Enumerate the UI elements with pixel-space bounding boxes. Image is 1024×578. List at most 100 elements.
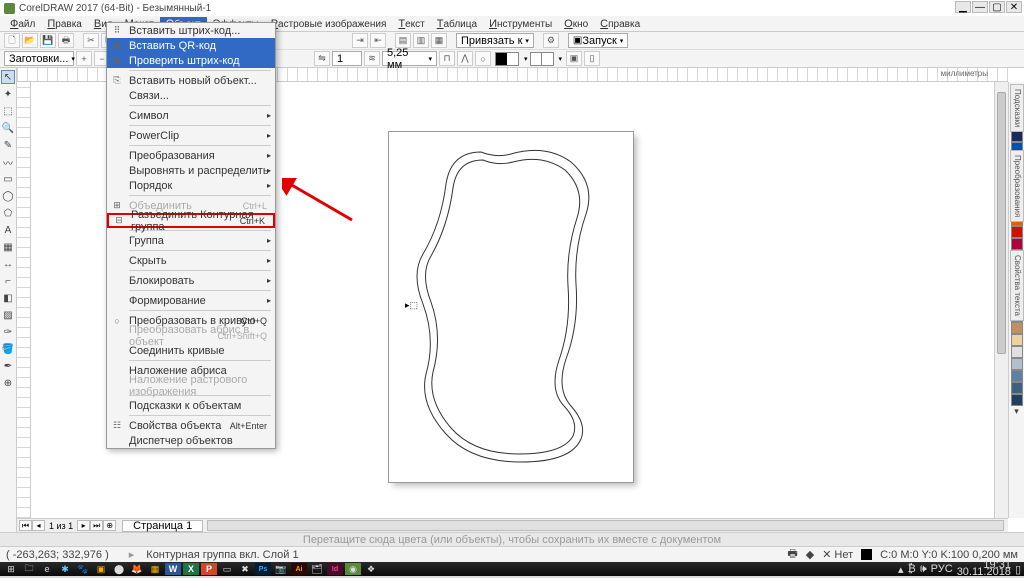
menu-item[interactable]: Символ▸ xyxy=(107,108,275,123)
ellipse-tool[interactable]: ◯ xyxy=(1,189,15,203)
color-swatch[interactable] xyxy=(1011,346,1023,358)
menu-item[interactable]: Выровнять и распределить▸ xyxy=(107,163,275,178)
menu-item[interactable]: Формирование▸ xyxy=(107,293,275,308)
scrollbar-horizontal[interactable] xyxy=(207,520,1004,531)
launch-combo[interactable]: ▣ Запуск▾ xyxy=(568,33,628,48)
menu-item[interactable]: ▦Вставить QR-код xyxy=(107,38,275,53)
close-button[interactable]: ✕ xyxy=(1006,1,1022,13)
shape-tool[interactable]: ✦ xyxy=(1,87,15,101)
explorer-icon[interactable]: 🗀 xyxy=(21,563,37,575)
table-tool[interactable]: ▦ xyxy=(1,240,15,254)
tray-icon[interactable]: ₿ xyxy=(908,563,916,575)
menu-item[interactable]: ▦Проверить штрих-код xyxy=(107,53,275,68)
app-icon[interactable]: 🦊 xyxy=(129,563,145,575)
fill-swatch[interactable] xyxy=(495,52,519,66)
app-icon[interactable]: ⬤ xyxy=(111,563,127,575)
artistic-media-tool[interactable]: 〰 xyxy=(1,155,15,169)
menu-item[interactable]: Преобразования▸ xyxy=(107,148,275,163)
coreldraw-taskbar-icon[interactable]: ◉ xyxy=(345,563,361,575)
snap-combo[interactable]: Привязать к▾ xyxy=(456,33,534,48)
order-button[interactable]: ▯ xyxy=(584,51,600,66)
color-swatch[interactable] xyxy=(1011,322,1023,334)
dropshadow-tool[interactable]: ◧ xyxy=(1,291,15,305)
app-icon[interactable]: ✱ xyxy=(57,563,73,575)
language-indicator[interactable]: РУС xyxy=(931,563,953,575)
color-swatch[interactable] xyxy=(1011,238,1023,250)
new-button[interactable]: 🗋 xyxy=(4,33,20,48)
expand-icon[interactable]: ⊕ xyxy=(1,376,15,390)
wrap-button[interactable]: ▣ xyxy=(566,51,582,66)
maximize-button[interactable]: ▢ xyxy=(989,1,1005,13)
outline-tool[interactable]: ✒ xyxy=(1,359,15,373)
menu-файл[interactable]: Файл xyxy=(4,17,41,31)
add-page-button[interactable]: ⊕ xyxy=(103,520,116,531)
import-button[interactable]: ⇥ xyxy=(352,33,368,48)
close-curve-button[interactable]: ○ xyxy=(475,51,491,66)
powerpoint-icon[interactable]: P xyxy=(201,563,217,575)
open-button[interactable]: 📂 xyxy=(22,33,38,48)
app-icon[interactable]: ✖ xyxy=(237,563,253,575)
mirror-h-button[interactable]: ⇋ xyxy=(314,51,330,66)
text-tool[interactable]: A xyxy=(1,223,15,237)
excel-icon[interactable]: X xyxy=(183,563,199,575)
menu-правка[interactable]: Правка xyxy=(41,17,88,31)
color-swatch[interactable] xyxy=(1011,334,1023,346)
app-icon[interactable]: 🐾 xyxy=(75,563,91,575)
photoshop-icon[interactable]: Ps xyxy=(255,563,271,575)
start-button[interactable]: ⊞ xyxy=(3,563,19,575)
crop-tool[interactable]: ⬚ xyxy=(1,104,15,118)
show-desktop-button[interactable]: ▯ xyxy=(1015,563,1021,576)
connector-tool[interactable]: ⌐ xyxy=(1,274,15,288)
color-swatch[interactable] xyxy=(1011,382,1023,394)
app-icon[interactable]: ▣ xyxy=(93,563,109,575)
clock[interactable]: 19:3130.11.2018 xyxy=(957,562,1011,576)
zoom-tool[interactable]: 🔍 xyxy=(1,121,15,135)
app-icon[interactable]: 🗂 xyxy=(309,563,325,575)
menu-item[interactable]: Диспетчер объектов xyxy=(107,433,275,448)
palette-down-icon[interactable]: ▾ xyxy=(1014,406,1019,416)
menu-item[interactable]: ⊟Разъединить Контурная группаCtrl+K xyxy=(107,213,275,228)
prev-page-button[interactable]: ◂ xyxy=(32,520,45,531)
menu-item[interactable]: Соединить кривые xyxy=(107,343,275,358)
fill-tool[interactable]: 🪣 xyxy=(1,342,15,356)
freehand-tool[interactable]: ✎ xyxy=(1,138,15,152)
tray-icon[interactable]: 🕪 xyxy=(920,563,927,576)
menu-item[interactable]: ⎘Вставить новый объект... xyxy=(107,73,275,88)
menu-инструменты[interactable]: Инструменты xyxy=(483,17,558,31)
menu-item[interactable]: PowerClip▸ xyxy=(107,128,275,143)
add-preset-button[interactable]: + xyxy=(76,51,92,66)
scrollbar-vertical[interactable] xyxy=(994,82,1008,518)
menu-окно[interactable]: Окно xyxy=(558,17,594,31)
color-swatch[interactable] xyxy=(1011,370,1023,382)
next-page-button[interactable]: ▸ xyxy=(77,520,90,531)
shape-contour[interactable] xyxy=(411,144,611,474)
export-button[interactable]: ⇤ xyxy=(370,33,386,48)
color-swatch[interactable] xyxy=(1011,226,1023,238)
stroke-style-button[interactable]: ≋ xyxy=(364,51,380,66)
print-button[interactable]: 🖶 xyxy=(58,33,74,48)
app-icon[interactable]: ▭ xyxy=(219,563,235,575)
hints-panel-tab[interactable]: Подсказки xyxy=(1010,84,1024,132)
last-page-button[interactable]: ⏭ xyxy=(90,520,103,531)
menu-таблица[interactable]: Таблица xyxy=(431,17,483,31)
tray-up-icon[interactable]: ▴ xyxy=(898,563,904,576)
dimension-tool[interactable]: ↔ xyxy=(1,257,15,271)
outline-swatch[interactable] xyxy=(530,52,554,66)
menu-текст[interactable]: Текст xyxy=(392,17,430,31)
presets-combo[interactable]: Заготовки...▾ xyxy=(4,51,74,66)
options-button[interactable]: ⚙ xyxy=(543,33,559,48)
browser-icon[interactable]: e xyxy=(39,563,55,575)
pick-tool[interactable]: ↖ xyxy=(1,70,15,84)
menu-item[interactable]: Блокировать▸ xyxy=(107,273,275,288)
menu-item[interactable]: Скрыть▸ xyxy=(107,253,275,268)
menu-item[interactable]: Подсказки к объектам xyxy=(107,398,275,413)
app-icon[interactable]: ❖ xyxy=(363,563,379,575)
restore-button[interactable]: — xyxy=(972,1,988,13)
app-icon[interactable]: ▦ xyxy=(147,563,163,575)
menu-item[interactable]: Порядок▸ xyxy=(107,178,275,193)
menu-item[interactable]: Связи... xyxy=(107,88,275,103)
menu-справка[interactable]: Справка xyxy=(594,17,646,31)
rectangle-tool[interactable]: ▭ xyxy=(1,172,15,186)
color-swatch[interactable] xyxy=(1011,358,1023,370)
menu-item[interactable]: ☷Свойства объектаAlt+Enter xyxy=(107,418,275,433)
